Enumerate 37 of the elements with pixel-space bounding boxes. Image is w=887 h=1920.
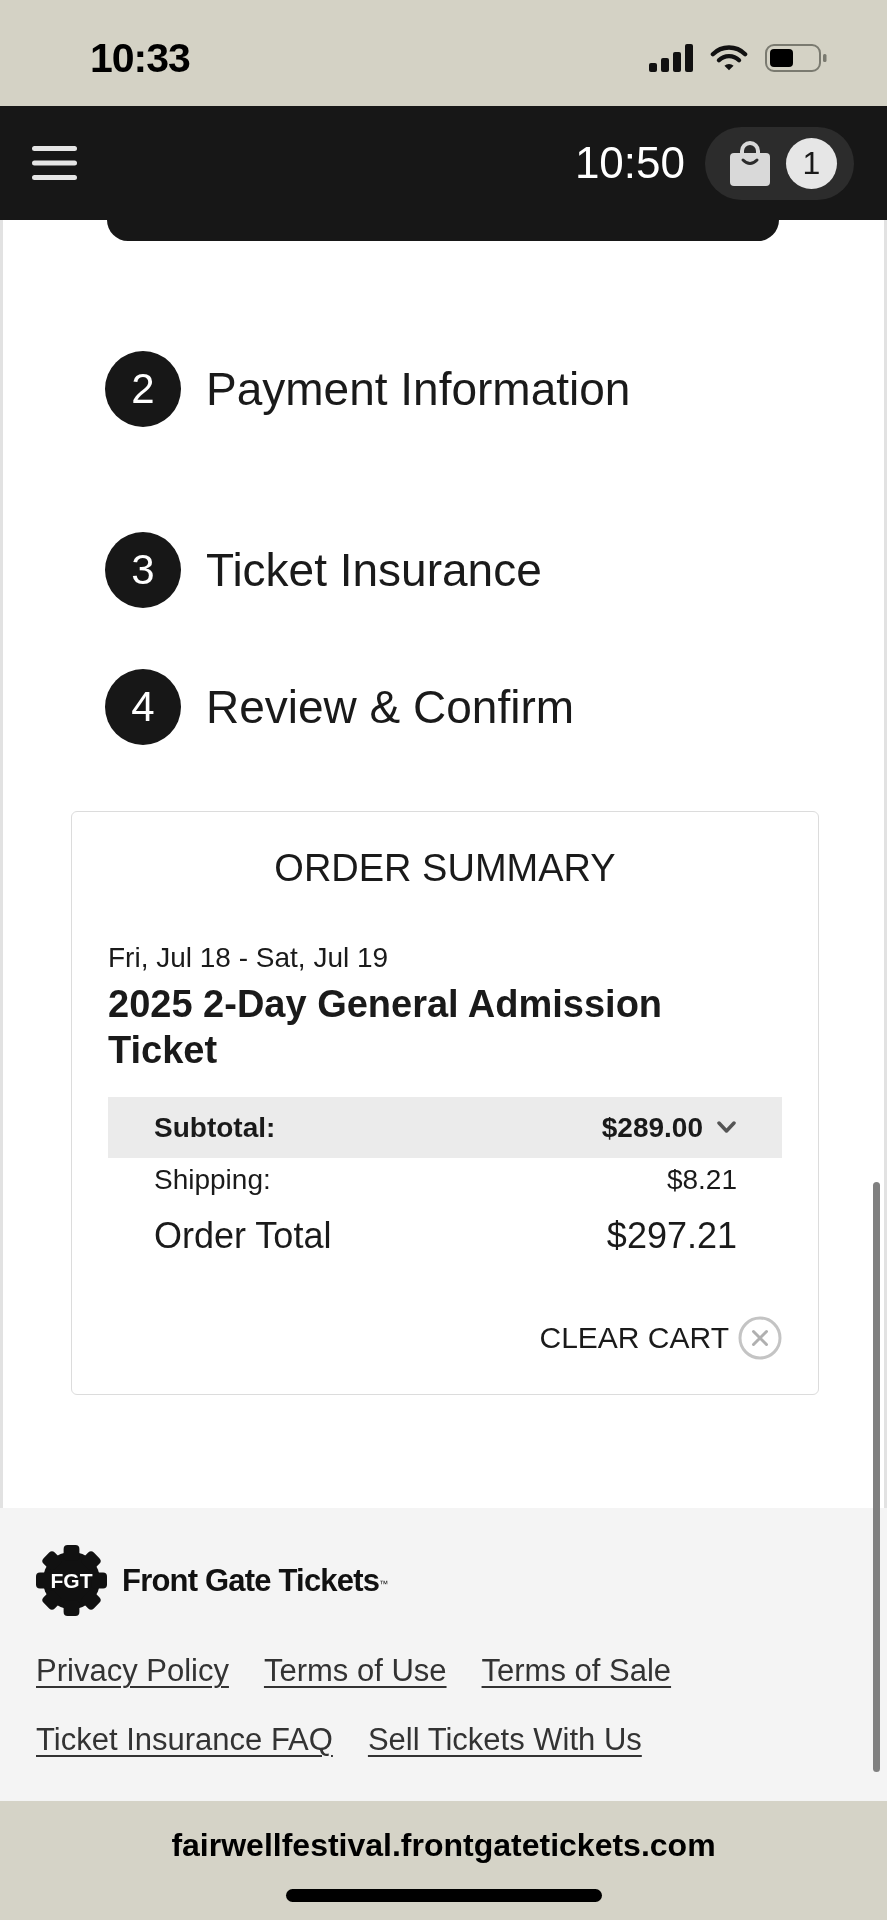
logo-mark-text: FGT xyxy=(50,1570,93,1591)
shopping-bag-icon xyxy=(730,140,770,186)
step-number: 3 xyxy=(105,532,181,608)
wifi-icon xyxy=(710,44,748,72)
shipping-value: $8.21 xyxy=(666,1166,737,1194)
event-dates: Fri, Jul 18 - Sat, Jul 19 xyxy=(108,941,390,975)
clear-cart-button[interactable]: CLEAR CART xyxy=(539,1316,782,1360)
close-circle-icon xyxy=(738,1316,782,1360)
brand-name: Front Gate Tickets$^{™}$ xyxy=(122,1565,388,1596)
footer-link[interactable]: Privacy Policy xyxy=(36,1651,229,1691)
subtotal-label: Subtotal: xyxy=(154,1113,276,1142)
step-number: 2 xyxy=(105,351,181,427)
order-total-value: $297.21 xyxy=(606,1218,737,1254)
footer-link[interactable]: Terms of Sale xyxy=(481,1651,672,1691)
header-time: 10:50 xyxy=(574,141,685,185)
subtotal-bar[interactable]: Subtotal: $289.00 xyxy=(108,1097,782,1158)
shipping-label: Shipping: xyxy=(154,1166,271,1194)
cart-button[interactable]: 1 xyxy=(705,126,854,200)
signal-icon xyxy=(649,44,693,72)
order-summary-title: ORDER SUMMARY xyxy=(273,846,617,891)
url-text[interactable]: fairwellfestival.frontgatetickets.com xyxy=(171,1825,716,1865)
cart-count-badge: 1 xyxy=(786,137,837,189)
menu-button[interactable] xyxy=(32,146,77,180)
menu-icon xyxy=(32,146,77,180)
footer-link[interactable]: Sell Tickets With Us xyxy=(367,1720,642,1760)
subtotal-value: $289.00 xyxy=(601,1113,703,1142)
chevron-down-icon xyxy=(717,1121,736,1134)
step-number: 4 xyxy=(105,669,181,745)
ticket-name: 2025 2-Day General Admission Ticket xyxy=(108,982,664,1073)
step-title[interactable]: Review & Confirm xyxy=(206,684,575,730)
status-time: 10:33 xyxy=(90,37,190,79)
battery-icon xyxy=(765,44,827,72)
footer-link[interactable]: Ticket Insurance FAQ xyxy=(36,1720,333,1760)
step-title[interactable]: Ticket Insurance xyxy=(206,547,542,593)
gear-icon xyxy=(36,1544,107,1617)
order-total-label: Order Total xyxy=(154,1218,332,1254)
footer-link[interactable]: Terms of Use xyxy=(263,1651,447,1691)
